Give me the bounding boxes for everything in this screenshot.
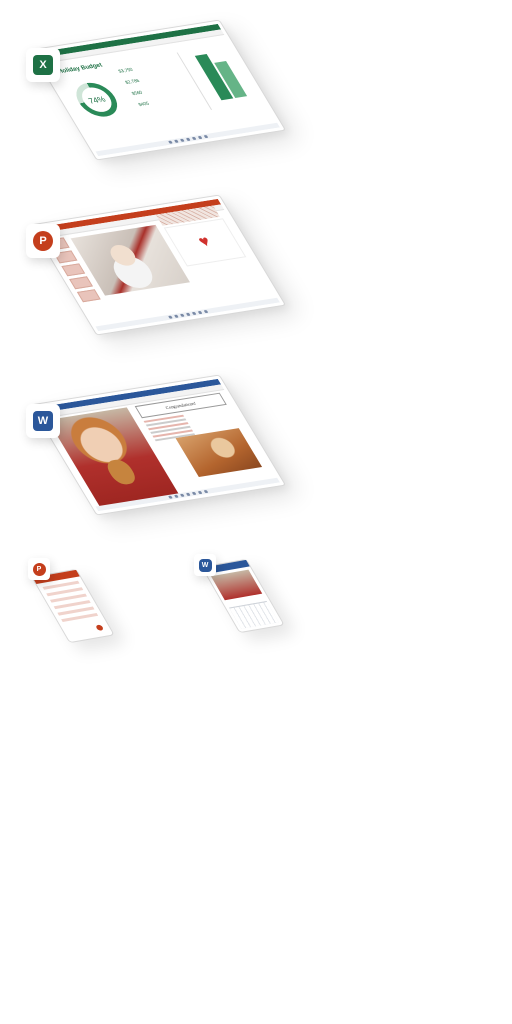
budget-title: Holiday Budget: [57, 62, 104, 76]
excel-screen: Holiday Budget 74% $3,750 $2,786 $560 $4…: [36, 23, 280, 157]
budget-bar-chart: [176, 44, 262, 110]
word-app-badge: W: [26, 404, 60, 438]
word-tablet-mockup: Congratulations!: [29, 374, 287, 516]
word-icon: W: [198, 558, 212, 572]
file-list: [39, 580, 103, 623]
excel-app-badge: X: [26, 48, 60, 82]
budget-donut-chart: 74%: [68, 80, 125, 120]
budget-values: $3,750 $2,786 $560 $405: [116, 59, 190, 111]
word-screen: Congratulations!: [36, 378, 280, 512]
excel-icon: X: [33, 55, 53, 75]
on-screen-keyboard: [229, 600, 279, 629]
taskbar: [95, 297, 280, 332]
gingerbread-cookie: [103, 458, 140, 486]
powerpoint-icon: P: [33, 231, 53, 251]
budget-percent: 74%: [86, 94, 108, 106]
document-photo: [210, 569, 263, 601]
excel-tablet-mockup: Holiday Budget 74% $3,750 $2,786 $560 $4…: [29, 19, 287, 161]
powerpoint-screen: ♥: [36, 198, 280, 332]
powerpoint-tablet-mockup: ♥: [29, 194, 287, 336]
taskbar: [95, 122, 280, 157]
add-button: [95, 624, 105, 631]
word-icon: W: [33, 411, 53, 431]
powerpoint-phone-badge: P: [28, 558, 50, 580]
baking-photo: [175, 428, 263, 478]
powerpoint-icon: P: [32, 562, 46, 576]
powerpoint-app-badge: P: [26, 224, 60, 258]
word-phone-badge: W: [194, 554, 216, 576]
heart-icon: ♥: [195, 233, 215, 251]
